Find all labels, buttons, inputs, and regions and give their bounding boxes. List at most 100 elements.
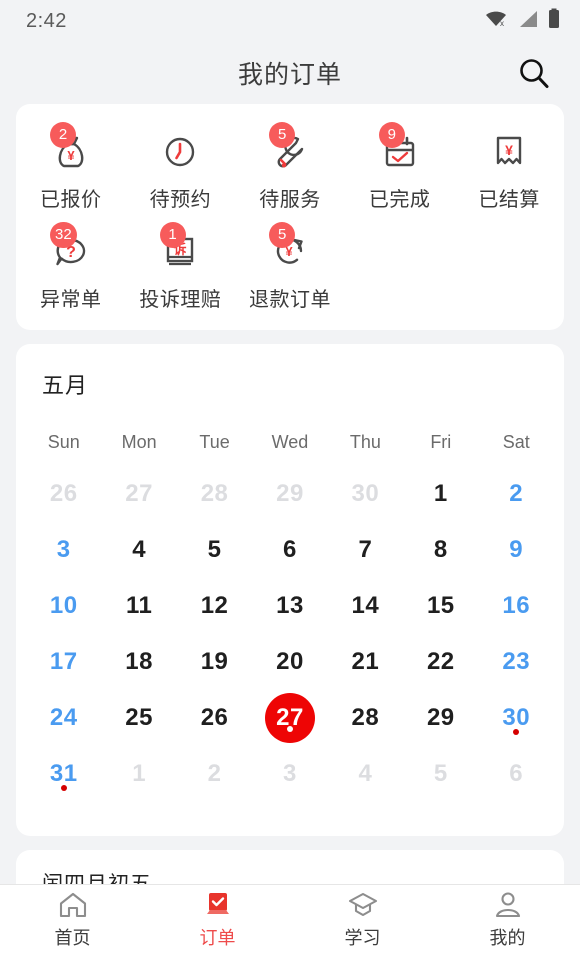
status-item-quoted[interactable]: ¥ 2 已报价 <box>16 122 126 212</box>
calendar-day[interactable]: 20 <box>252 637 327 693</box>
calendar-week-row: 10 11 12 13 14 15 16 <box>26 581 554 637</box>
search-icon[interactable] <box>514 53 554 93</box>
nav-item-home[interactable]: 首页 <box>0 889 145 950</box>
person-icon <box>491 889 525 921</box>
calendar-day-number: 28 <box>351 704 380 731</box>
calendar-day-number: 1 <box>132 760 147 787</box>
status-item-label: 已报价 <box>40 189 102 211</box>
order-status-card: ¥ 2 已报价 待预约 5 待服务 9 已完成 ¥ 已结算 ? 32 异常单 诉… <box>16 104 564 330</box>
calendar-day[interactable]: 16 <box>479 581 554 637</box>
calendar-day[interactable]: 24 <box>26 693 101 749</box>
status-badge: 32 <box>50 222 77 248</box>
calendar-day[interactable]: 21 <box>328 637 403 693</box>
calendar-day[interactable]: 31 <box>26 749 101 805</box>
calendar-day[interactable]: 28 <box>328 693 403 749</box>
calendar-day[interactable]: 19 <box>177 637 252 693</box>
calendar-day[interactable]: 3 <box>252 749 327 805</box>
app-bar: 我的订单 <box>0 42 580 104</box>
status-cell-empty-1 <box>345 226 455 312</box>
calendar-day[interactable]: 10 <box>26 581 101 637</box>
calendar-day[interactable]: 6 <box>479 749 554 805</box>
calendar-day[interactable]: 30 <box>479 693 554 749</box>
weekday-thu: Thu <box>349 432 381 452</box>
calendar-day[interactable]: 15 <box>403 581 478 637</box>
calendar-day[interactable]: 30 <box>328 469 403 525</box>
status-item-abnormal[interactable]: ? 32 异常单 <box>16 222 126 312</box>
nav-label: 首页 <box>54 928 91 948</box>
calendar-day[interactable]: 29 <box>403 693 478 749</box>
status-cell-empty-2 <box>454 226 564 312</box>
svg-text:x: x <box>500 19 504 28</box>
order-check-icon <box>201 889 235 921</box>
order-status-row-2: ? 32 异常单 诉 1 投诉理赔 ¥ 5 退款订单 <box>16 222 564 312</box>
calendar-day[interactable]: 25 <box>101 693 176 749</box>
status-item-completed[interactable]: 9 已完成 <box>345 122 455 212</box>
status-item-complaint-claim[interactable]: 诉 1 投诉理赔 <box>126 222 236 312</box>
status-time: 2:42 <box>26 9 67 32</box>
calendar-day-number: 3 <box>56 536 71 563</box>
page-title: 我的订单 <box>237 61 342 89</box>
status-badge: 9 <box>378 122 405 148</box>
calendar-day[interactable]: 28 <box>177 469 252 525</box>
calendar-day[interactable]: 27 <box>101 469 176 525</box>
status-item-label: 异常单 <box>40 289 102 311</box>
calendar-day-number: 16 <box>502 592 531 619</box>
calendar-day[interactable]: 7 <box>328 525 403 581</box>
calendar-day[interactable]: 1 <box>403 469 478 525</box>
status-bar: 2:42 x <box>0 0 580 42</box>
calendar-day-number: 27 <box>264 693 315 743</box>
calendar-week-row: 17 18 19 20 21 22 23 <box>26 637 554 693</box>
calendar-day[interactable]: 18 <box>101 637 176 693</box>
calendar-day-selected[interactable]: 27 <box>252 693 327 749</box>
nav-item-profile[interactable]: 我的 <box>435 889 580 950</box>
calendar-day-number: 25 <box>125 704 153 731</box>
calendar-day-number: 22 <box>426 648 455 675</box>
calendar-week-row: 24 25 26 27 28 29 30 <box>26 693 554 749</box>
calendar-day[interactable]: 4 <box>101 525 176 581</box>
status-item-settled[interactable]: ¥ 已结算 <box>454 126 564 212</box>
calendar-day-number: 27 <box>125 480 153 507</box>
calendar-day[interactable]: 9 <box>479 525 554 581</box>
weekday-sun: Sun <box>47 432 80 452</box>
bottom-navigation: 首页 订单 学习 我的 <box>0 884 580 954</box>
calendar-day[interactable]: 4 <box>328 749 403 805</box>
calendar-day[interactable]: 5 <box>403 749 478 805</box>
calendar-day[interactable]: 12 <box>177 581 252 637</box>
status-badge: 5 <box>269 222 296 248</box>
calendar-day[interactable]: 11 <box>101 581 176 637</box>
calendar-day-number: 11 <box>125 592 153 619</box>
calendar-week-row: 26 27 28 29 30 1 2 <box>26 469 554 525</box>
calendar-day-number: 21 <box>351 648 380 675</box>
calendar-day[interactable]: 2 <box>177 749 252 805</box>
calendar-day[interactable]: 29 <box>252 469 327 525</box>
calendar-day[interactable]: 26 <box>177 693 252 749</box>
calendar-day[interactable]: 22 <box>403 637 478 693</box>
calendar-day-number: 30 <box>351 480 380 507</box>
calendar-grid: 26 27 28 29 30 1 2 3 4 5 6 7 8 9 10 11 12 13 14 15 16 17 18 19 2… <box>16 469 564 805</box>
status-item-label: 已完成 <box>368 189 431 211</box>
calendar-day[interactable]: 6 <box>252 525 327 581</box>
calendar-day-number: 8 <box>433 536 448 563</box>
calendar-month-label: 五月 <box>42 373 89 398</box>
calendar-day-number: 20 <box>276 648 304 675</box>
calendar-day[interactable]: 26 <box>26 469 101 525</box>
calendar-day[interactable]: 23 <box>479 637 554 693</box>
calendar-day-number: 2 <box>207 760 222 787</box>
calendar-day[interactable]: 5 <box>177 525 252 581</box>
weekday-sat: Sat <box>502 432 530 452</box>
status-item-pending-service[interactable]: 5 待服务 <box>235 122 345 212</box>
calendar-day[interactable]: 17 <box>26 637 101 693</box>
calendar-day-number: 5 <box>433 760 448 787</box>
status-item-pending-appointment[interactable]: 待预约 <box>126 126 236 212</box>
calendar-day[interactable]: 8 <box>403 525 478 581</box>
calendar-day[interactable]: 2 <box>479 469 554 525</box>
calendar-day[interactable]: 1 <box>101 749 176 805</box>
calendar-day[interactable]: 13 <box>252 581 327 637</box>
status-item-label: 待预约 <box>149 189 212 211</box>
status-item-refund[interactable]: ¥ 5 退款订单 <box>235 222 345 312</box>
nav-item-orders[interactable]: 订单 <box>145 889 290 950</box>
calendar-day[interactable]: 3 <box>26 525 101 581</box>
weekday-tue: Tue <box>199 432 230 452</box>
nav-item-learning[interactable]: 学习 <box>290 889 435 950</box>
calendar-day[interactable]: 14 <box>328 581 403 637</box>
